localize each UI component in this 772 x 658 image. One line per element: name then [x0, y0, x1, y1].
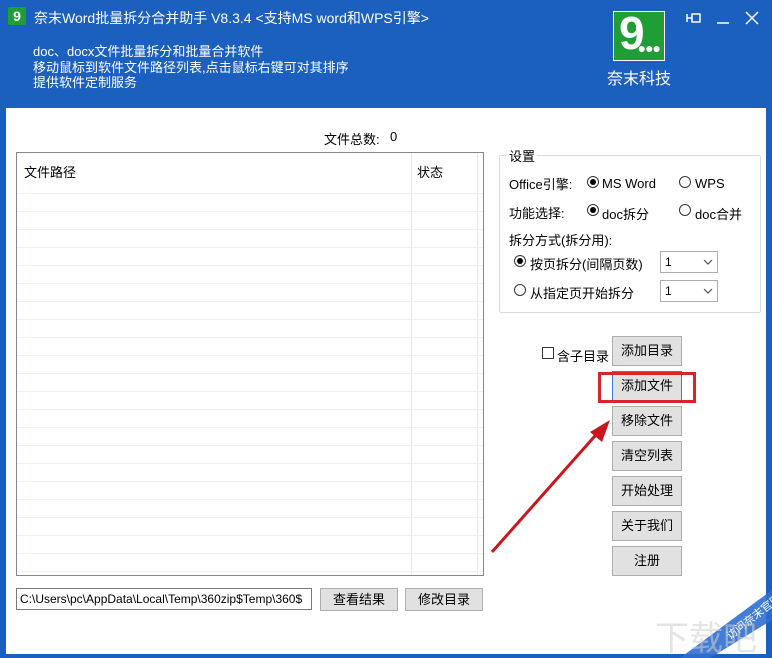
interval-pages-select[interactable]: 1	[660, 251, 718, 273]
column-separator	[477, 153, 478, 575]
brand-logo-dots-icon: ●●●	[637, 40, 661, 56]
list-header: 文件路径 状态	[17, 153, 483, 193]
function-split-label[interactable]: doc拆分	[602, 204, 649, 223]
annotation-arrow	[490, 420, 610, 553]
function-merge-label[interactable]: doc合并	[695, 204, 742, 223]
list-grid-line	[17, 535, 483, 536]
list-grid-line	[17, 517, 483, 518]
remove-file-button[interactable]: 移除文件	[612, 406, 682, 436]
close-button[interactable]	[742, 10, 762, 30]
engine-ms-word-label[interactable]: MS Word	[602, 176, 656, 191]
split-mode-label: 拆分方式(拆分用):	[509, 233, 613, 248]
view-result-button[interactable]: 查看结果	[320, 588, 398, 611]
app-window: 9 奈末Word批量拆分合并助手 V8.3.4 <支持MS word和WPS引擎…	[0, 0, 772, 658]
description-line-3: 提供软件定制服务	[33, 75, 138, 90]
list-grid-line	[17, 265, 483, 266]
split-from-page-label[interactable]: 从指定页开始拆分	[530, 283, 634, 302]
function-label: 功能选择:	[509, 206, 565, 221]
start-processing-button[interactable]: 开始处理	[612, 476, 682, 506]
include-subdir-checkbox[interactable]	[542, 347, 554, 359]
settings-legend: 设置	[507, 146, 538, 165]
minimize-button[interactable]	[713, 10, 733, 30]
interval-pages-value: 1	[665, 255, 672, 269]
register-button[interactable]: 注册	[612, 546, 682, 576]
change-directory-button[interactable]: 修改目录	[405, 588, 483, 611]
brand-name: 奈末科技	[607, 71, 672, 88]
list-grid-line	[17, 409, 483, 410]
list-grid-line	[17, 319, 483, 320]
chevron-down-icon	[703, 252, 713, 280]
list-grid-line	[17, 445, 483, 446]
engine-wps-radio[interactable]	[679, 176, 691, 188]
engine-wps-label[interactable]: WPS	[695, 176, 725, 191]
list-grid-line	[17, 553, 483, 554]
list-grid-line	[17, 247, 483, 248]
window-title: 奈末Word批量拆分合并助手 V8.3.4 <支持MS word和WPS引擎>	[34, 10, 429, 26]
include-subdir-label[interactable]: 含子目录	[557, 346, 609, 365]
brand-logo[interactable]: 9 ●●●	[613, 7, 665, 61]
column-separator	[411, 153, 412, 575]
list-grid-line	[17, 499, 483, 500]
engine-ms-word-radio[interactable]	[587, 176, 599, 188]
list-grid-line	[17, 355, 483, 356]
list-grid-line	[17, 301, 483, 302]
output-path-input[interactable]	[16, 588, 312, 610]
file-count-value: 0	[390, 129, 398, 144]
about-us-button[interactable]: 关于我们	[612, 511, 682, 541]
function-merge-radio[interactable]	[679, 204, 691, 216]
split-by-page-radio[interactable]	[514, 255, 526, 267]
function-split-radio[interactable]	[587, 204, 599, 216]
list-grid-line	[17, 463, 483, 464]
list-grid-line	[17, 193, 483, 194]
list-grid-line	[17, 571, 483, 572]
add-directory-button[interactable]: 添加目录	[612, 336, 682, 366]
engine-label: Office引擎:	[509, 177, 573, 192]
list-grid-line	[17, 391, 483, 392]
file-path-list[interactable]: 文件路径 状态	[16, 152, 484, 576]
list-grid-line	[17, 481, 483, 482]
pin-icon[interactable]	[684, 10, 704, 30]
list-grid-line	[17, 337, 483, 338]
list-grid-line	[17, 229, 483, 230]
split-from-page-radio[interactable]	[514, 284, 526, 296]
column-header-status[interactable]: 状态	[417, 162, 443, 181]
file-count-label: 文件总数:	[324, 132, 380, 147]
clear-list-button[interactable]: 清空列表	[612, 441, 682, 471]
title-bar: 9 奈末Word批量拆分合并助手 V8.3.4 <支持MS word和WPS引擎…	[0, 0, 772, 108]
list-grid-line	[17, 283, 483, 284]
chevron-down-icon	[703, 281, 713, 309]
list-grid-line	[17, 427, 483, 428]
list-grid-line	[17, 373, 483, 374]
add-file-highlight-box	[598, 372, 696, 403]
split-by-page-label[interactable]: 按页拆分(间隔页数)	[530, 254, 643, 273]
column-header-path[interactable]: 文件路径	[24, 162, 76, 181]
app-logo-icon: 9	[8, 7, 26, 25]
start-page-select[interactable]: 1	[660, 280, 718, 302]
list-grid-line	[17, 211, 483, 212]
start-page-value: 1	[665, 284, 672, 298]
